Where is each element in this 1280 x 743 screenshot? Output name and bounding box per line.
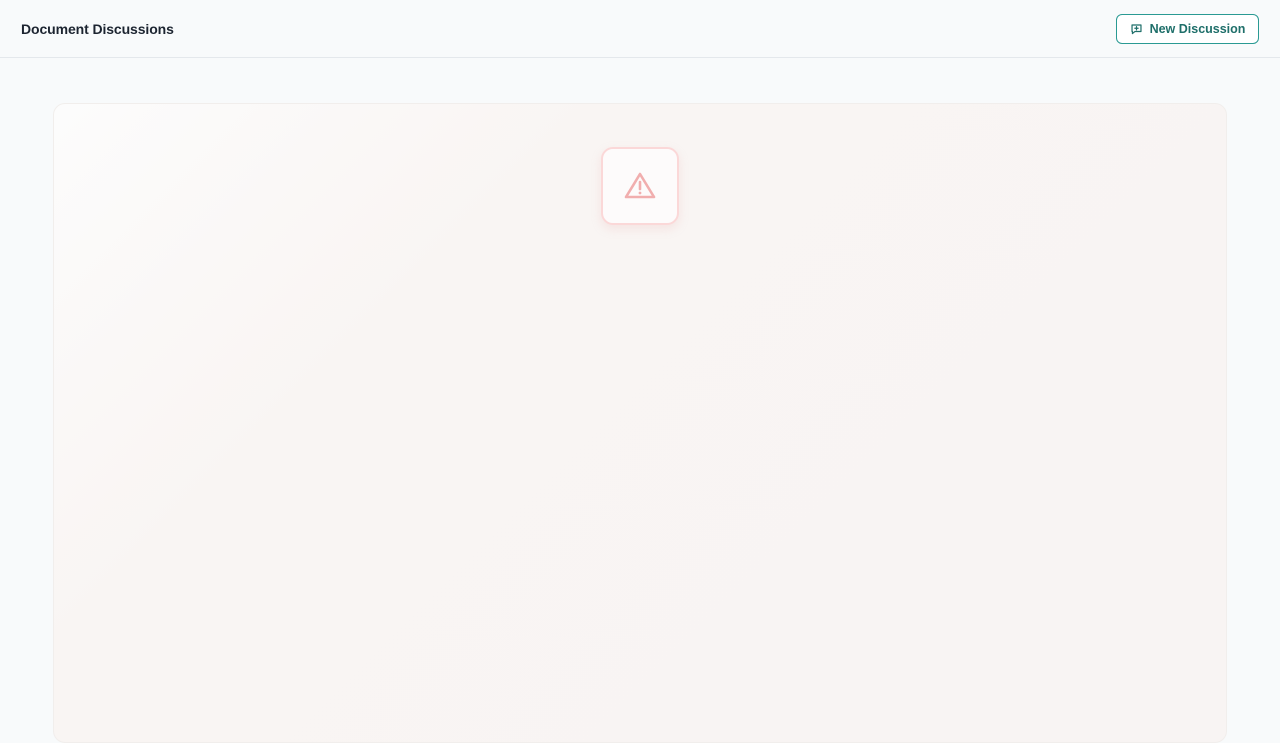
- page-title: Document Discussions: [21, 21, 174, 37]
- new-discussion-button[interactable]: New Discussion: [1116, 14, 1259, 44]
- warning-status-tile: [601, 147, 679, 225]
- app-header: Document Discussions New Discussion: [0, 0, 1280, 58]
- warning-triangle-icon: [622, 168, 658, 204]
- new-discussion-label: New Discussion: [1149, 22, 1246, 36]
- message-plus-icon: [1130, 23, 1143, 36]
